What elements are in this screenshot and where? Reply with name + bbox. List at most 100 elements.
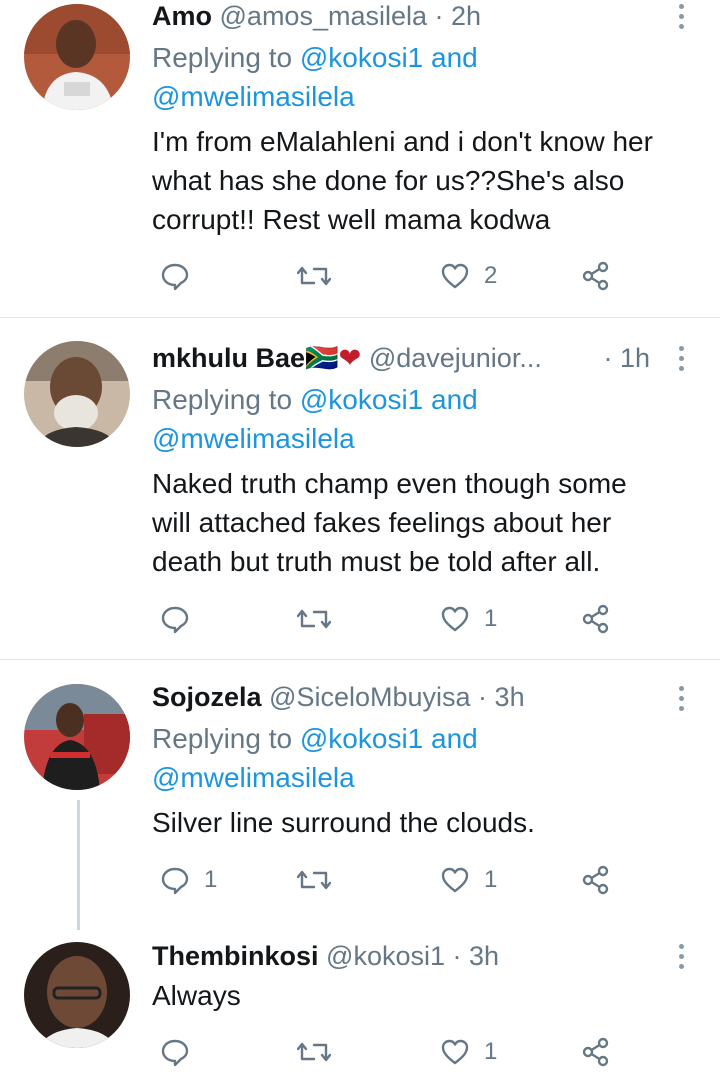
more-icon[interactable] <box>676 944 686 972</box>
retweet-icon <box>297 266 331 286</box>
share-button[interactable] <box>580 599 610 639</box>
tweet-header: Amo @amos_masilela · 2h <box>152 0 660 32</box>
share-button[interactable] <box>580 1032 610 1072</box>
replying-prefix: Replying to <box>152 42 300 73</box>
share-button[interactable] <box>580 256 610 296</box>
name-emoji: 🇿🇦❤ <box>305 343 362 373</box>
reply-button[interactable]: 1 <box>160 860 217 900</box>
reply-icon <box>161 263 189 291</box>
reply-icon <box>161 867 189 895</box>
mention-link[interactable]: @kokosi1 <box>300 384 423 415</box>
tweet-header: Thembinkosi @kokosi1 · 3h <box>152 940 660 972</box>
retweet-button[interactable] <box>297 599 345 639</box>
action-bar: 2 <box>152 256 692 296</box>
replying-to: Replying to @kokosi1 and <box>152 38 478 77</box>
replying-to-line2: @mwelimasilela <box>152 758 355 797</box>
like-count: 1 <box>484 866 498 893</box>
mention-link[interactable]: @mwelimasilela <box>152 762 355 793</box>
avatar[interactable] <box>24 684 130 790</box>
retweet-button[interactable] <box>297 1032 345 1072</box>
like-icon <box>441 263 469 289</box>
more-icon[interactable] <box>676 4 686 32</box>
tweet[interactable]: Sojozela @SiceloMbuyisa · 3h Replying to… <box>0 660 720 930</box>
avatar[interactable] <box>24 942 130 1048</box>
tweet-text-line: Always <box>152 980 241 1011</box>
timestamp[interactable]: 1h <box>620 343 650 373</box>
like-button[interactable]: 1 <box>440 860 497 900</box>
avatar[interactable] <box>24 341 130 447</box>
like-count: 1 <box>484 605 498 632</box>
tweet-text: Silver line surround the clouds. <box>152 803 690 842</box>
tweet-text-line: death but truth must be told after all. <box>152 546 601 577</box>
like-button[interactable]: 2 <box>440 256 497 296</box>
action-bar: 1 1 <box>152 860 692 900</box>
tweet-header: Sojozela @SiceloMbuyisa · 3h <box>152 681 660 713</box>
action-bar: 1 <box>152 599 692 639</box>
like-button[interactable]: 1 <box>440 599 497 639</box>
replying-and[interactable]: and <box>423 384 478 415</box>
reply-button[interactable] <box>160 1032 204 1072</box>
display-name[interactable]: Sojozela <box>152 682 262 712</box>
share-button[interactable] <box>580 860 610 900</box>
separator-dot: · <box>445 941 470 971</box>
tweet-text-line: Silver line surround the clouds. <box>152 807 535 838</box>
display-name[interactable]: Thembinkosi <box>152 941 319 971</box>
tweet-text: I'm from eMalahleni and i don't know her… <box>152 122 690 239</box>
tweet-text: Naked truth champ even though some will … <box>152 464 690 581</box>
replying-to-line2: @mwelimasilela <box>152 77 355 116</box>
user-handle[interactable]: @davejunior... <box>369 343 542 373</box>
tweet-text-line: what has she done for us??She's also <box>152 165 625 196</box>
like-button[interactable]: 1 <box>440 1032 497 1072</box>
avatar[interactable] <box>24 4 130 110</box>
timestamp-wrap: · 1h <box>603 342 650 374</box>
tweet-text-line: Naked truth champ even though some <box>152 468 627 499</box>
like-icon <box>441 606 469 632</box>
more-icon[interactable] <box>676 686 686 714</box>
reply-button[interactable] <box>160 256 204 296</box>
tweet-text: Always <box>152 976 690 1015</box>
reply-count: 1 <box>204 866 218 893</box>
separator-dot: · <box>603 343 620 373</box>
retweet-button[interactable] <box>297 256 345 296</box>
retweet-icon <box>297 1042 331 1062</box>
user-handle[interactable]: @SiceloMbuyisa <box>269 682 471 712</box>
tweet-text-line: will attached fakes feelings about her <box>152 507 612 538</box>
mention-link[interactable]: @kokosi1 <box>300 42 423 73</box>
like-count: 2 <box>484 262 498 289</box>
retweet-icon <box>297 870 331 890</box>
mention-link[interactable]: @kokosi1 <box>300 723 423 754</box>
retweet-button[interactable] <box>297 860 345 900</box>
action-bar: 1 <box>152 1032 692 1072</box>
separator-dot: · <box>427 1 451 31</box>
separator-dot: · <box>470 682 495 712</box>
user-handle[interactable]: @kokosi1 <box>326 941 445 971</box>
like-icon <box>441 1039 469 1065</box>
tweet-header: mkhulu Bae🇿🇦❤ @davejunior... <box>152 342 660 374</box>
tweet[interactable]: Amo @amos_masilela · 2h Replying to @kok… <box>0 0 720 317</box>
mention-link[interactable]: @mwelimasilela <box>152 423 355 454</box>
reply-button[interactable] <box>160 599 204 639</box>
replying-to: Replying to @kokosi1 and <box>152 380 478 419</box>
thread-line <box>77 800 80 930</box>
timestamp[interactable]: 3h <box>495 682 525 712</box>
replying-and[interactable]: and <box>423 42 478 73</box>
display-name[interactable]: Amo <box>152 1 212 31</box>
mention-link[interactable]: @mwelimasilela <box>152 81 355 112</box>
replying-to: Replying to @kokosi1 and <box>152 719 478 758</box>
user-handle[interactable]: @amos_masilela <box>220 1 427 31</box>
replying-and[interactable]: and <box>423 723 478 754</box>
display-name[interactable]: mkhulu Bae <box>152 343 305 373</box>
more-icon[interactable] <box>676 346 686 374</box>
share-icon <box>582 1037 609 1067</box>
timestamp[interactable]: 2h <box>451 1 481 31</box>
share-icon <box>582 604 609 634</box>
tweet-text-line: corrupt!! Rest well mama kodwa <box>152 204 551 235</box>
tweet-text-line: I'm from eMalahleni and i don't know her <box>152 126 653 157</box>
tweet[interactable]: Thembinkosi @kokosi1 · 3h Always 1 <box>0 930 720 1071</box>
reply-icon <box>161 1039 189 1067</box>
like-icon <box>441 867 469 893</box>
tweet[interactable]: mkhulu Bae🇿🇦❤ @davejunior... · 1h Replyi… <box>0 318 720 659</box>
timestamp[interactable]: 3h <box>469 941 499 971</box>
replying-prefix: Replying to <box>152 384 300 415</box>
share-icon <box>582 865 609 895</box>
